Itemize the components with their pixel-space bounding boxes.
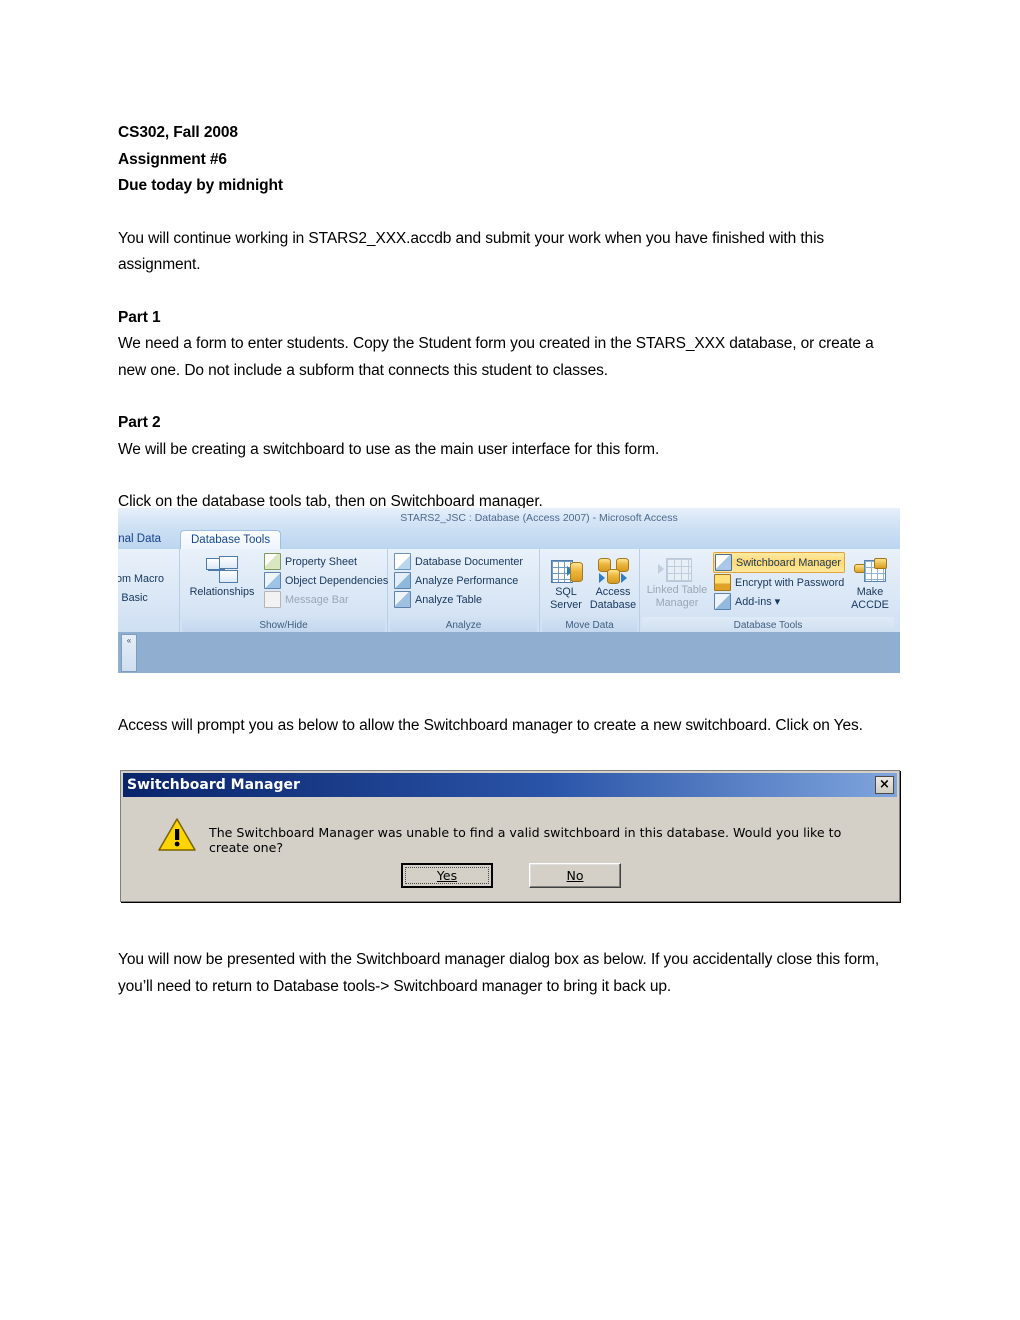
analyze-table-label: Analyze Table: [415, 593, 483, 606]
part2-heading: Part 2: [118, 414, 161, 431]
ribbon-item-property-sheet[interactable]: Property Sheet: [264, 552, 388, 571]
access-ribbon-screenshot: STARS2_JSC : Database (Access 2007) - Mi…: [118, 508, 900, 673]
ribbon-group-move-data: SQL Server Access Database Move Data: [540, 549, 640, 632]
switchboard-manager-icon: [715, 554, 732, 571]
message-bar-icon: [264, 591, 281, 608]
dialog-title-bar: Switchboard Manager ×: [123, 773, 897, 797]
linked-table-manager-label-1: Linked Table: [646, 584, 708, 596]
make-accde-label-2[interactable]: ACCDE: [846, 599, 894, 612]
document-text-body: CS302, Fall 2008 Assignment #6 Due today…: [118, 120, 902, 516]
database-documenter-label: Database Documenter: [415, 555, 524, 568]
ribbon-tab-strip: ernal Data Database Tools: [118, 528, 900, 549]
switchboard-manager-dialog-screenshot: Switchboard Manager × The Switchboard Ma…: [120, 770, 900, 902]
object-dependencies-label: Object Dependencies: [285, 574, 389, 587]
group-label-show-hide: Show/Hide: [259, 620, 308, 631]
ribbon-item-database-documenter[interactable]: Database Documenter: [394, 552, 523, 571]
group-label-analyze: Analyze: [445, 620, 482, 631]
part1-paragraph: We need a form to enter students. Copy t…: [118, 335, 874, 379]
ribbon-group-show-hide: Relationships Property Sheet Object Depe…: [180, 549, 388, 632]
sql-server-label-1[interactable]: SQL: [544, 586, 588, 599]
add-ins-label: Add-ins ▾: [735, 596, 781, 608]
navigation-pane-collapse-button[interactable]: «: [121, 634, 137, 672]
group-label-move-data: Move Data: [565, 620, 614, 631]
group-label-database-tools: Database Tools: [733, 620, 803, 631]
yes-button[interactable]: Yes: [401, 863, 493, 888]
sql-server-label-2[interactable]: Server: [544, 599, 588, 612]
close-icon[interactable]: ×: [875, 776, 894, 794]
tab-external-data[interactable]: ernal Data: [118, 530, 171, 549]
no-button[interactable]: No: [529, 863, 621, 888]
ribbon-item-encrypt-with-password[interactable]: Encrypt with Password: [714, 573, 845, 592]
analyze-table-icon: [394, 591, 411, 608]
access-title-bar: STARS2_JSC : Database (Access 2007) - Mi…: [118, 508, 900, 529]
access-window-title: STARS2_JSC : Database (Access 2007) - Mi…: [400, 512, 678, 524]
macro-item-cropped[interactable]: om Macro: [118, 569, 164, 588]
make-accde-icon: [854, 558, 887, 584]
instruction-dialog-block: You will now be presented with the Switc…: [118, 947, 902, 1000]
assignment-line: Assignment #6: [118, 150, 227, 168]
part1-heading: Part 1: [118, 308, 161, 326]
instruction-prompt-block: Access will prompt you as below to allow…: [118, 713, 902, 740]
ribbon-group-analyze: Database Documenter Analyze Performance …: [388, 549, 540, 632]
sql-server-icon: [551, 558, 583, 584]
ribbon-group-macro-cropped: om Macro l Basic: [118, 549, 180, 632]
ribbon-item-switchboard-manager[interactable]: Switchboard Manager: [713, 552, 846, 573]
part2-paragraph: We will be creating a switchboard to use…: [118, 440, 660, 458]
instruction-prompt: Access will prompt you as below to allow…: [118, 717, 863, 734]
object-dependencies-icon: [264, 572, 281, 589]
due-line: Due today by midnight: [118, 177, 283, 194]
make-accde-label-1[interactable]: Make: [846, 586, 894, 599]
property-sheet-icon: [264, 553, 281, 570]
message-bar-label: Message Bar: [285, 593, 349, 606]
ribbon-item-add-ins[interactable]: Add-ins ▾: [714, 592, 845, 611]
access-database-icon: [597, 558, 629, 584]
ribbon-item-object-dependencies[interactable]: Object Dependencies: [264, 571, 388, 590]
linked-table-manager-label-2: Manager: [655, 596, 699, 609]
access-navigation-pane-area: «: [118, 632, 900, 673]
access-database-label-1[interactable]: Access: [588, 586, 638, 599]
yes-button-label: Yes: [436, 868, 458, 883]
document-page: CS302, Fall 2008 Assignment #6 Due today…: [0, 0, 1020, 1320]
no-button-label: No: [566, 868, 584, 883]
warning-triangle-icon: [157, 817, 197, 852]
dialog-message: The Switchboard Manager was unable to fi…: [209, 825, 842, 855]
instruction-dialog: You will now be presented with the Switc…: [118, 951, 880, 995]
ribbon-body: om Macro l Basic Relationships Property …: [118, 549, 900, 633]
ribbon-item-message-bar: Message Bar: [264, 590, 388, 609]
ribbon-item-analyze-table[interactable]: Analyze Table: [394, 590, 523, 609]
relationships-label[interactable]: Relationships: [186, 586, 258, 599]
add-ins-icon: [714, 593, 731, 610]
switchboard-manager-label: Switchboard Manager: [736, 556, 842, 569]
course-line: CS302, Fall 2008: [118, 124, 238, 141]
tab-database-tools[interactable]: Database Tools: [180, 530, 282, 549]
encrypt-password-label: Encrypt with Password: [735, 576, 845, 589]
analyze-performance-label: Analyze Performance: [415, 574, 519, 587]
ribbon-group-database-tools: Linked Table Manager Switchboard Manager…: [640, 549, 896, 632]
basic-item-cropped[interactable]: l Basic: [118, 588, 164, 607]
ribbon-item-analyze-performance[interactable]: Analyze Performance: [394, 571, 523, 590]
dialog-button-row: Yes No: [121, 863, 901, 888]
relationships-icon: [206, 556, 238, 584]
database-documenter-icon: [394, 553, 411, 570]
dialog-title: Switchboard Manager: [127, 777, 300, 793]
property-sheet-label: Property Sheet: [285, 555, 358, 568]
linked-table-manager-icon: [658, 558, 696, 582]
encrypt-password-icon: [714, 574, 731, 591]
analyze-performance-icon: [394, 572, 411, 589]
access-database-label-2[interactable]: Database: [588, 599, 638, 612]
intro-paragraph: You will continue working in STARS2_XXX.…: [118, 229, 825, 274]
